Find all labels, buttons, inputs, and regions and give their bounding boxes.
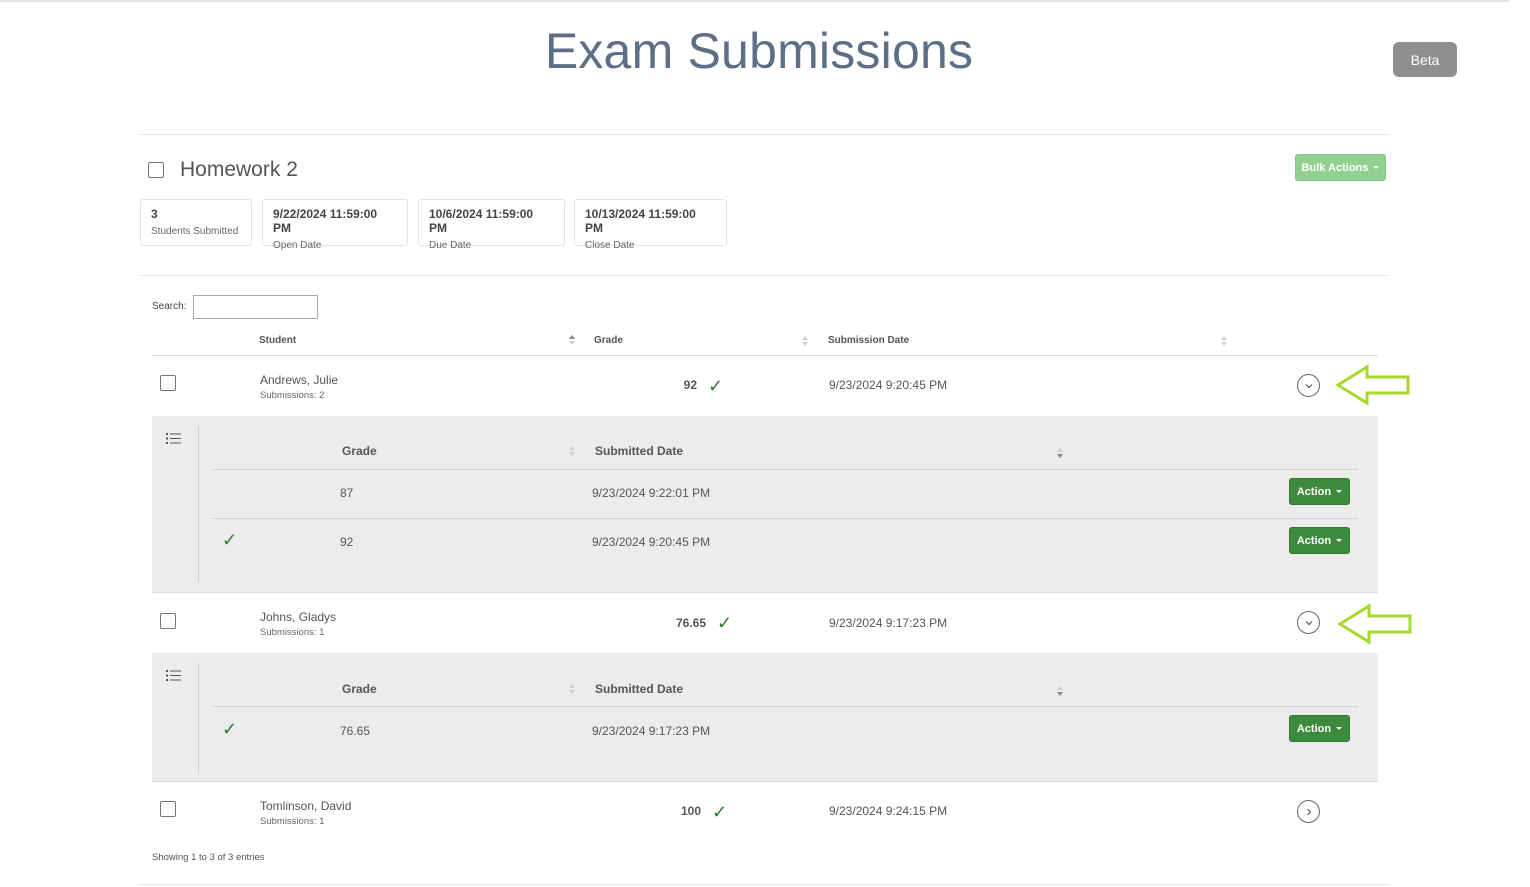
annotation-arrow-icon <box>1335 364 1410 406</box>
expand-toggle[interactable] <box>1297 611 1320 634</box>
submission-count: Submissions: 1 <box>260 627 325 638</box>
detail-grade: 92 <box>340 535 354 549</box>
student-name: Andrews, Julie <box>260 373 339 387</box>
detail-header-grade[interactable]: Grade <box>342 682 377 696</box>
detail-divider <box>212 518 1358 519</box>
chevron-down-icon <box>1305 384 1313 389</box>
submission-date: 9/23/2024 9:17:23 PM <box>829 616 948 630</box>
column-header-student[interactable]: Student <box>259 335 296 346</box>
search-label: Search: <box>152 301 187 312</box>
submissions-detail-panel: Grade Submitted Date 87 9/23/2024 9:22:0… <box>152 416 1378 592</box>
bulk-actions-label: Bulk Actions <box>1301 161 1369 174</box>
sort-icon[interactable] <box>569 334 577 346</box>
stat-label: Students Submitted <box>151 226 239 237</box>
stat-value: 10/13/2024 11:59:00 PM <box>585 207 696 235</box>
stat-card-due-date: 10/6/2024 11:59:00 PM Due Date <box>418 199 565 251</box>
action-button[interactable]: Action <box>1289 715 1350 742</box>
panel-rule <box>198 663 199 773</box>
stat-label: Open Date <box>273 240 322 251</box>
stat-label: Due Date <box>429 240 472 251</box>
stat-value: 9/22/2024 11:59:00 PM <box>273 207 378 235</box>
submission-count: Submissions: 1 <box>260 816 325 827</box>
sort-icon[interactable] <box>1057 685 1065 697</box>
submission-count: Submissions: 2 <box>260 390 325 401</box>
submission-date: 9/23/2024 9:20:45 PM <box>829 378 948 392</box>
checkmark-icon: ✓ <box>712 802 728 822</box>
student-name: Johns, Gladys <box>260 610 337 624</box>
stat-card-students: 3 Students Submitted <box>140 199 252 246</box>
student-name: Tomlinson, David <box>260 799 352 813</box>
detail-date: 9/23/2024 9:17:23 PM <box>592 724 711 738</box>
action-label: Action <box>1296 534 1332 547</box>
row-divider <box>152 355 1378 356</box>
sort-icon[interactable] <box>1057 447 1065 459</box>
chevron-right-icon <box>1307 808 1312 816</box>
action-label: Action <box>1296 722 1332 735</box>
grade-value: 76.65 <box>675 616 706 630</box>
detail-grade: 87 <box>340 486 354 500</box>
stat-card-close-date: 10/13/2024 11:59:00 PM Close Date <box>574 199 727 251</box>
stat-card-open-date: 9/22/2024 11:59:00 PM Open Date <box>262 199 408 251</box>
caret-down-icon <box>1336 727 1343 731</box>
action-button[interactable]: Action <box>1289 527 1350 554</box>
detail-divider <box>212 469 1358 470</box>
beta-button[interactable]: Beta <box>1393 42 1457 77</box>
checkmark-icon: ✓ <box>222 530 238 550</box>
detail-grade: 76.65 <box>340 724 371 738</box>
page-title: Exam Submissions <box>544 23 974 79</box>
caret-down-icon <box>1373 166 1380 170</box>
row-divider <box>152 592 1378 593</box>
detail-date: 9/23/2024 9:22:01 PM <box>592 486 711 500</box>
detail-header-submitted-date[interactable]: Submitted Date <box>595 682 683 696</box>
row-checkbox[interactable] <box>160 801 176 817</box>
search-input[interactable] <box>193 295 318 319</box>
select-all-checkbox[interactable] <box>148 162 164 178</box>
column-header-submission-date[interactable]: Submission Date <box>828 335 909 346</box>
list-icon <box>166 433 181 444</box>
sort-icon[interactable] <box>569 445 577 457</box>
annotation-arrow-icon <box>1337 603 1412 645</box>
detail-header-submitted-date[interactable]: Submitted Date <box>595 444 683 458</box>
grade-value: 92 <box>683 378 697 392</box>
list-icon <box>166 670 181 681</box>
assignment-title: Homework 2 <box>180 158 298 181</box>
row-checkbox[interactable] <box>160 613 176 629</box>
sort-icon[interactable] <box>569 683 577 695</box>
expand-toggle[interactable] <box>1297 800 1320 823</box>
row-divider <box>152 781 1378 782</box>
row-checkbox[interactable] <box>160 375 176 391</box>
detail-header-grade[interactable]: Grade <box>342 444 377 458</box>
sort-icon[interactable] <box>802 335 810 347</box>
divider <box>140 884 1390 885</box>
sort-icon[interactable] <box>1221 335 1229 347</box>
stat-value: 10/6/2024 11:59:00 PM <box>429 207 534 235</box>
stat-label: Close Date <box>585 240 635 251</box>
divider <box>140 134 1390 135</box>
chevron-down-icon <box>1305 621 1313 626</box>
top-rule <box>0 0 1509 2</box>
caret-down-icon <box>1336 490 1343 494</box>
column-header-grade[interactable]: Grade <box>594 335 623 346</box>
submission-date: 9/23/2024 9:24:15 PM <box>829 804 948 818</box>
divider <box>140 275 1390 276</box>
table-info: Showing 1 to 3 of 3 entries <box>152 852 265 863</box>
action-label: Action <box>1296 485 1332 498</box>
expand-toggle[interactable] <box>1297 374 1320 397</box>
submissions-detail-panel: Grade Submitted Date ✓ 76.65 9/23/2024 9… <box>152 653 1378 781</box>
checkmark-icon: ✓ <box>717 613 733 633</box>
bulk-actions-button[interactable]: Bulk Actions <box>1295 154 1386 181</box>
detail-divider <box>212 706 1358 707</box>
checkmark-icon: ✓ <box>708 376 724 396</box>
grade-value: 100 <box>680 804 701 818</box>
detail-date: 9/23/2024 9:20:45 PM <box>592 535 711 549</box>
action-button[interactable]: Action <box>1289 478 1350 505</box>
stat-value: 3 <box>151 207 158 221</box>
caret-down-icon <box>1336 539 1343 543</box>
checkmark-icon: ✓ <box>222 719 238 739</box>
panel-rule <box>198 426 199 582</box>
